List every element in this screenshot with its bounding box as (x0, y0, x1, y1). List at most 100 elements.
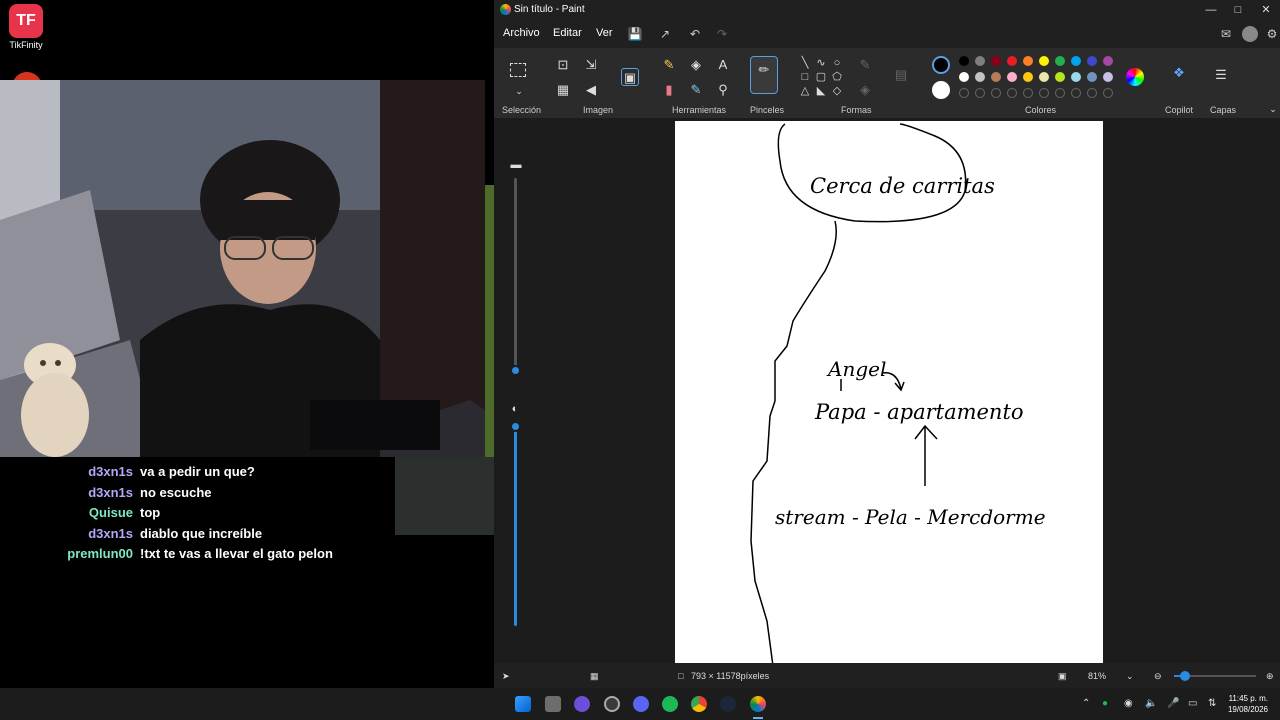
opacity-slider-thumb[interactable] (510, 421, 521, 432)
obs-icon[interactable] (604, 696, 620, 712)
color-swatch[interactable] (1055, 56, 1065, 66)
primary-color[interactable] (932, 56, 950, 74)
color-picker-icon[interactable]: ✎ (687, 81, 705, 99)
color-swatch[interactable] (975, 72, 985, 82)
edit-colors-icon[interactable] (1126, 68, 1144, 86)
resize-icon[interactable]: ⇲ (582, 56, 600, 74)
redo-icon[interactable]: ↷ (714, 26, 730, 42)
pointer-icon: ➤ (502, 671, 510, 681)
color-swatch[interactable] (1007, 72, 1017, 82)
custom-color-slot[interactable] (1023, 88, 1033, 98)
custom-color-slot[interactable] (975, 88, 985, 98)
custom-color-slot[interactable] (1055, 88, 1065, 98)
chrome-icon[interactable] (691, 696, 707, 712)
copilot-icon[interactable]: ❖ (1170, 64, 1188, 82)
system-clock[interactable]: 11:45 p. m. 19/08/2026 (1228, 693, 1268, 715)
color-swatch[interactable] (1023, 72, 1033, 82)
pencil-icon[interactable]: ✎ (660, 56, 678, 74)
custom-color-slot[interactable] (1087, 88, 1097, 98)
crop-icon[interactable]: ⊡ (554, 56, 572, 74)
discord-icon[interactable] (633, 696, 649, 712)
color-swatch[interactable] (1023, 56, 1033, 66)
stream-app-icon[interactable] (574, 696, 590, 712)
custom-color-slot[interactable] (1071, 88, 1081, 98)
menu-file[interactable]: Archivo (503, 27, 540, 39)
settings-gear-icon[interactable]: ⚙ (1264, 26, 1280, 42)
taskbar: ⌃ ● ◉ 🔈 🎤 ▭ ⇅ 11:45 p. m. 19/08/2026 (0, 688, 1280, 720)
custom-color-slot[interactable] (959, 88, 969, 98)
brush-size-slider-thumb[interactable] (510, 365, 521, 376)
custom-color-slot[interactable] (991, 88, 1001, 98)
chat-username: Quisue (88, 505, 133, 520)
zoom-level[interactable]: 81% (1088, 671, 1106, 681)
tray-network-icon[interactable]: ⇅ (1208, 698, 1216, 709)
color-swatch[interactable] (959, 56, 969, 66)
account-avatar[interactable] (1242, 26, 1258, 42)
paint-window: Sin título - Paint — □ ✕ Archivo Editar … (494, 0, 1280, 688)
custom-color-slot[interactable] (1103, 88, 1113, 98)
custom-color-slot[interactable] (1039, 88, 1049, 98)
image-creator-icon[interactable]: ▣ (621, 68, 639, 86)
color-swatch[interactable] (1039, 56, 1049, 66)
fill-bucket-icon[interactable]: ◈ (687, 56, 705, 74)
color-swatch[interactable] (991, 56, 1001, 66)
layers-icon[interactable]: ☰ (1212, 66, 1230, 84)
diamond-shape-icon[interactable]: ◇ (828, 82, 846, 100)
outline-icon[interactable]: ✎ (856, 56, 874, 74)
custom-color-slot[interactable] (1007, 88, 1017, 98)
menu-view[interactable]: Ver (596, 27, 613, 39)
select-image-icon[interactable]: ▦ (554, 81, 572, 99)
color-swatch[interactable] (1087, 72, 1097, 82)
secondary-color[interactable] (932, 81, 950, 99)
brushes-button[interactable]: ✏ (750, 56, 778, 94)
ribbon-toolbar: ⌄ Selección ⊡ ⇲ ▦ ◀ ▣ Imagen ✎ ◈ A ▮ ✎ ⚲… (494, 48, 1280, 118)
menu-edit[interactable]: Editar (553, 27, 582, 39)
brush-size-slider-track[interactable] (514, 178, 517, 370)
steam-icon[interactable] (720, 696, 736, 712)
group-label-copilot: Copilot (1165, 105, 1194, 115)
tray-spotify-icon[interactable]: ● (1102, 698, 1108, 709)
color-swatch[interactable] (1103, 72, 1113, 82)
fill-icon[interactable]: ◈ (856, 81, 874, 99)
tray-discord-icon[interactable]: ◉ (1124, 698, 1133, 709)
feedback-icon[interactable]: ✉ (1218, 26, 1234, 42)
zoom-in-icon[interactable]: ⊕ (1266, 671, 1274, 682)
color-swatch[interactable] (1087, 56, 1097, 66)
share-icon[interactable]: ↗ (657, 26, 673, 42)
color-swatch[interactable] (959, 72, 969, 82)
magnifier-icon[interactable]: ⚲ (714, 81, 732, 99)
rotate-icon[interactable]: ◀ (582, 81, 600, 99)
color-swatch[interactable] (1103, 56, 1113, 66)
shape-style-icon[interactable]: ▤ (892, 66, 910, 84)
opacity-slider-fill[interactable] (514, 423, 517, 626)
tray-volume-icon[interactable]: 🔈 (1145, 698, 1157, 709)
drawing-canvas[interactable]: Cerca de carritas Angel Papa - apartamen… (675, 121, 1103, 663)
color-swatch[interactable] (1071, 56, 1081, 66)
color-swatch[interactable] (1039, 72, 1049, 82)
tray-overflow-chevron-icon[interactable]: ⌃ (1082, 698, 1090, 709)
tikfinity-shortcut[interactable]: TF TikFinity (6, 4, 46, 50)
selection-rectangle-icon[interactable] (510, 63, 526, 77)
paint-taskbar-icon[interactable] (750, 696, 766, 712)
color-swatch[interactable] (1071, 72, 1081, 82)
ribbon-expand-chevron-icon[interactable]: ⌄ (1264, 100, 1280, 118)
save-icon[interactable]: 💾 (627, 26, 643, 42)
chevron-down-icon[interactable]: ⌄ (510, 82, 528, 100)
text-tool-icon[interactable]: A (714, 56, 732, 74)
eraser-icon[interactable]: ▮ (660, 81, 678, 99)
color-swatch[interactable] (975, 56, 985, 66)
close-icon[interactable]: ✕ (1249, 2, 1280, 18)
task-view-icon[interactable] (545, 696, 561, 712)
color-swatch[interactable] (1007, 56, 1017, 66)
tray-monitor-icon[interactable]: ▭ (1188, 698, 1197, 709)
color-swatch[interactable] (1055, 72, 1065, 82)
zoom-slider-thumb[interactable] (1180, 671, 1190, 681)
fit-to-window-icon[interactable]: ▣ (1058, 671, 1067, 682)
undo-icon[interactable]: ↶ (687, 26, 703, 42)
spotify-icon[interactable] (662, 696, 678, 712)
zoom-dropdown-chevron-icon[interactable]: ⌄ (1126, 671, 1134, 682)
zoom-out-icon[interactable]: ⊖ (1154, 671, 1162, 682)
tray-microphone-icon[interactable]: 🎤 (1167, 698, 1179, 709)
color-swatch[interactable] (991, 72, 1001, 82)
start-windows-icon[interactable] (515, 696, 531, 712)
